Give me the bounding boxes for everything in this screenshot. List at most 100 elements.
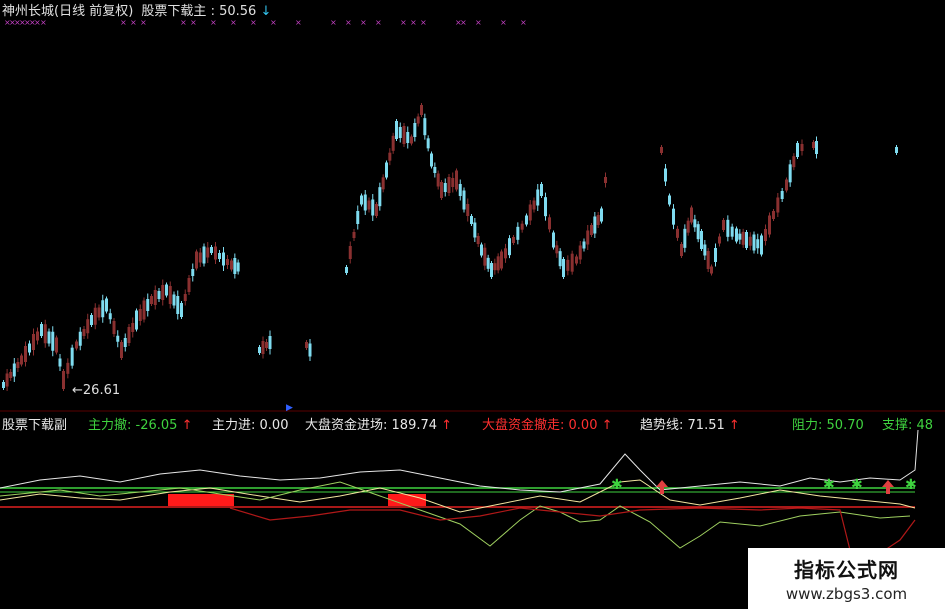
- candle-body: [222, 252, 225, 266]
- candle-body: [800, 144, 804, 151]
- candle-body: [683, 228, 687, 248]
- candle-body: [2, 382, 5, 388]
- candle-body: [108, 313, 112, 320]
- main-out-label: 主力撤:: [88, 418, 132, 433]
- candle-body: [97, 307, 101, 318]
- candle-body: [536, 189, 540, 206]
- left-arrow-icon: ←: [72, 383, 83, 398]
- candle-body: [458, 184, 462, 196]
- candle-body: [55, 337, 58, 353]
- candle-body: [258, 347, 261, 353]
- candle-body: [796, 143, 799, 157]
- x-marker: ×: [295, 18, 302, 27]
- candle-body: [730, 226, 734, 237]
- candle-body: [525, 215, 528, 225]
- candle-body: [780, 191, 784, 199]
- candle-body: [741, 231, 745, 245]
- candle-body: [555, 245, 559, 254]
- market-out-label: 大盘资金撤走:: [482, 418, 565, 433]
- sub-item-trend: 趋势线: 71.51 ↑: [640, 414, 740, 433]
- candle-body: [40, 324, 43, 336]
- x-marker: ×: [460, 18, 467, 27]
- candle-body: [138, 309, 142, 321]
- indicator-value: 50.56: [219, 4, 257, 19]
- candle-body: [123, 338, 127, 347]
- candle-body: [153, 290, 157, 305]
- candle-body: [210, 247, 213, 253]
- candle-body: [726, 219, 730, 237]
- candle-body: [16, 362, 20, 368]
- candle-body: [462, 190, 466, 210]
- x-marker: ×: [410, 18, 417, 27]
- x-marker: ×: [40, 18, 47, 27]
- candle-body: [430, 153, 433, 167]
- candle-body: [600, 208, 603, 222]
- candle-body: [490, 263, 493, 277]
- low-price-marker: ←26.61: [72, 383, 120, 398]
- candle-body: [590, 225, 593, 235]
- candle-body: [356, 211, 360, 224]
- candle-body: [172, 294, 176, 306]
- candle-body: [466, 204, 470, 216]
- candle-body: [812, 142, 815, 148]
- candle-body: [101, 300, 105, 318]
- candle-body: [5, 373, 9, 387]
- candle-body: [236, 262, 240, 272]
- candle-body: [62, 371, 65, 389]
- sub-item-main-out: 主力撤: -26.05 ↑: [88, 414, 193, 433]
- candle-body: [90, 315, 93, 325]
- candle-body: [142, 300, 146, 320]
- candle-body: [206, 247, 210, 258]
- candle-body: [792, 156, 796, 168]
- x-marker: ×: [120, 18, 127, 27]
- candle-body: [150, 296, 153, 304]
- candle-body: [722, 220, 725, 230]
- sub-item-resistance: 阻力: 50.70: [792, 414, 864, 433]
- candle-body: [473, 222, 477, 238]
- candle-body: [395, 121, 398, 139]
- indicator-label[interactable]: 股票下载主: [141, 4, 206, 19]
- candle-body: [544, 197, 547, 217]
- watermark-url: www.zbgs3.com: [785, 585, 908, 603]
- candle-body: [381, 177, 385, 190]
- candle-body: [486, 257, 490, 269]
- candle-body: [406, 132, 410, 143]
- chart-header: 神州长城(日线 前复权) 股票下载主 : 50.56 ↓: [2, 4, 272, 19]
- up-arrow-icon: ↑: [728, 418, 740, 433]
- candle-body: [480, 244, 483, 256]
- x-marker: ×: [270, 18, 277, 27]
- candle-body: [214, 246, 217, 260]
- candle-body: [756, 239, 760, 249]
- candle-body: [764, 229, 767, 241]
- x-marker: ×: [500, 18, 507, 27]
- candle-body: [352, 232, 356, 238]
- candle-body: [157, 291, 161, 299]
- candle-body: [483, 247, 487, 266]
- candle-body: [447, 177, 451, 193]
- candle-body: [388, 152, 392, 161]
- candle-body: [528, 204, 532, 221]
- candle-body: [604, 177, 607, 183]
- x-marker: ×: [345, 18, 352, 27]
- candle-body: [748, 236, 752, 246]
- candle-body: [532, 200, 536, 210]
- stock-title[interactable]: 神州长城(日线 前复权): [2, 4, 133, 19]
- candle-body: [348, 246, 352, 259]
- candle-body: [261, 341, 265, 354]
- candle-body: [548, 217, 551, 230]
- candle-body: [308, 343, 312, 357]
- candle-body: [476, 236, 480, 244]
- candle-body: [540, 184, 543, 196]
- candle-body: [785, 179, 788, 191]
- candle-body: [58, 358, 62, 367]
- candle-body: [146, 299, 150, 311]
- candle-body: [504, 248, 507, 259]
- x-marker: ×: [250, 18, 257, 27]
- candle-body: [112, 321, 116, 334]
- candle-body: [218, 253, 221, 259]
- x-marker: ×: [420, 18, 427, 27]
- candle-body: [161, 285, 165, 300]
- green-star-icon: ✱: [611, 477, 623, 493]
- candle-body: [520, 223, 524, 230]
- sub-indicator-name[interactable]: 股票下载副: [2, 414, 67, 433]
